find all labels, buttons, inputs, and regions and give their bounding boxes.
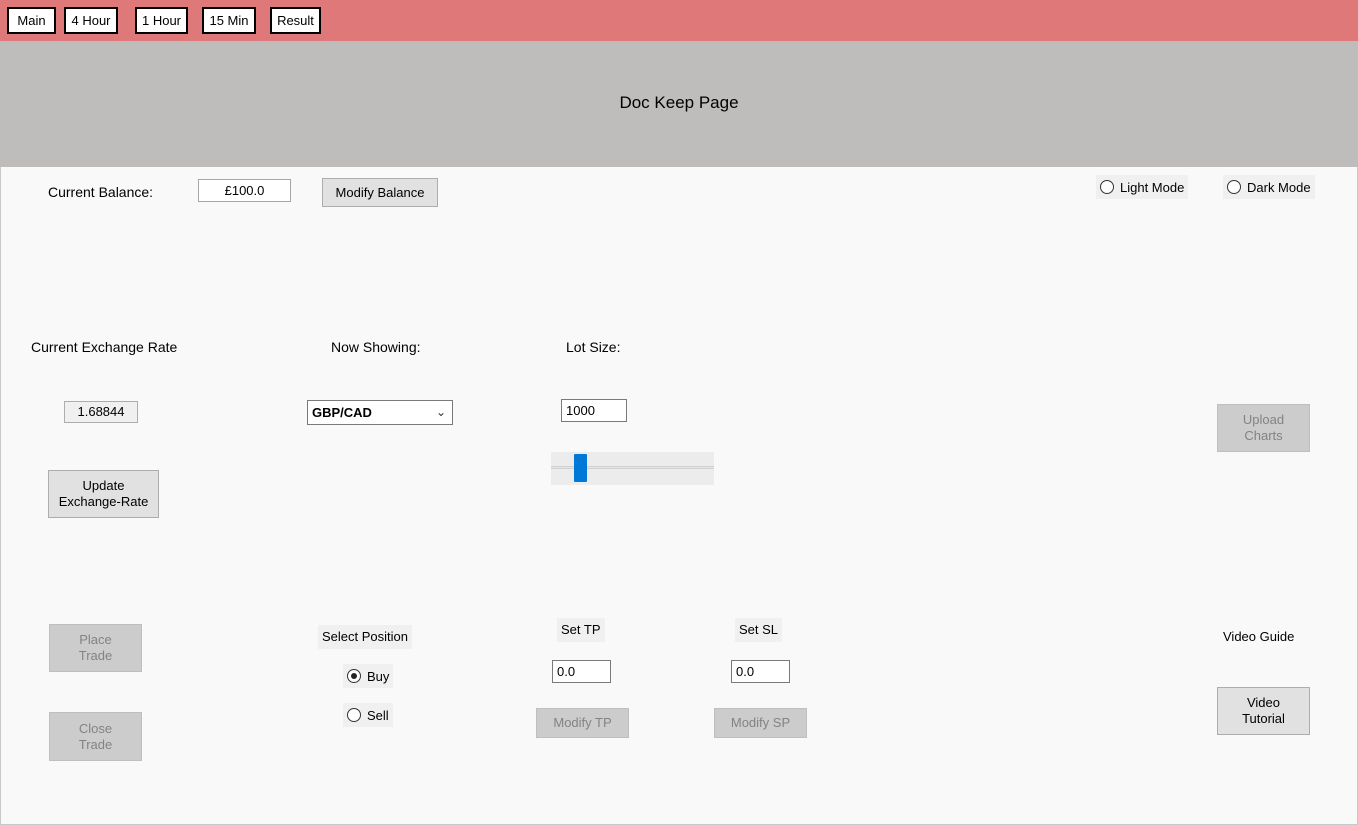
upload-charts-line1: Upload: [1242, 412, 1285, 427]
tab-1-hour[interactable]: 1 Hour: [135, 7, 188, 34]
light-mode-radio-icon: [1100, 180, 1114, 194]
page-title: Doc Keep Page: [619, 93, 739, 112]
close-trade-line2: Trade: [78, 736, 113, 752]
close-trade-button[interactable]: Close Trade: [49, 712, 142, 761]
main-panel: Current Balance: £100.0 Modify Balance L…: [0, 167, 1358, 825]
now-showing-label: Now Showing:: [331, 339, 421, 355]
chevron-down-icon: ⌄: [435, 405, 446, 419]
balance-field[interactable]: £100.0: [198, 179, 291, 202]
update-exchange-rate-line2: Exchange-Rate: [58, 494, 149, 509]
place-trade-line1: Place: [79, 632, 112, 647]
currency-pair-select[interactable]: GBP/CAD ⌄: [307, 400, 453, 425]
tab-15-min[interactable]: 15 Min: [202, 7, 256, 34]
lot-size-slider[interactable]: [551, 452, 714, 485]
dark-mode-radio-icon: [1227, 180, 1241, 194]
sell-radio[interactable]: Sell: [343, 703, 393, 727]
buy-radio[interactable]: Buy: [343, 664, 394, 688]
dark-mode-label: Dark Mode: [1247, 179, 1311, 195]
sl-field[interactable]: 0.0: [731, 660, 790, 683]
close-trade-line1: Close: [78, 720, 113, 736]
page-header: Doc Keep Page: [0, 41, 1358, 167]
video-guide-label: Video Guide: [1223, 629, 1295, 644]
sell-radio-icon: [347, 708, 361, 722]
place-trade-button[interactable]: Place Trade: [49, 624, 142, 672]
video-tutorial-button[interactable]: Video Tutorial: [1217, 687, 1310, 735]
update-exchange-rate-line1: Update: [82, 478, 125, 493]
tab-result[interactable]: Result: [270, 7, 321, 34]
lot-size-field[interactable]: 1000: [561, 399, 627, 422]
modify-sl-button[interactable]: Modify SP: [714, 708, 807, 738]
modify-balance-button[interactable]: Modify Balance: [322, 178, 438, 207]
current-balance-label: Current Balance:: [48, 184, 154, 200]
lot-size-slider-thumb[interactable]: [574, 454, 588, 482]
video-tutorial-line2: Tutorial: [1242, 711, 1285, 726]
tp-field[interactable]: 0.0: [552, 660, 611, 683]
light-mode-label: Light Mode: [1120, 179, 1185, 195]
upload-charts-line2: Charts: [1244, 428, 1283, 443]
modify-tp-button[interactable]: Modify TP: [536, 708, 629, 738]
upload-charts-button[interactable]: Upload Charts: [1217, 404, 1310, 452]
select-position-label: Select Position: [318, 625, 412, 649]
update-exchange-rate-button[interactable]: Update Exchange-Rate: [48, 470, 159, 518]
set-sl-label: Set SL: [735, 618, 783, 642]
sell-label: Sell: [367, 707, 389, 723]
place-trade-line2: Trade: [78, 648, 113, 663]
lot-size-label: Lot Size:: [566, 339, 621, 355]
video-tutorial-line1: Video: [1246, 695, 1280, 710]
light-mode-radio[interactable]: Light Mode: [1096, 175, 1189, 199]
dark-mode-radio[interactable]: Dark Mode: [1223, 175, 1315, 199]
tab-main[interactable]: Main: [7, 7, 56, 34]
tab-4-hour[interactable]: 4 Hour: [64, 7, 118, 34]
exchange-rate-value: 1.68844: [64, 401, 138, 423]
exchange-rate-label: Current Exchange Rate: [31, 339, 178, 355]
currency-pair-value: GBP/CAD: [312, 405, 372, 420]
set-tp-label: Set TP: [557, 618, 605, 642]
buy-label: Buy: [367, 668, 390, 684]
buy-radio-icon: [347, 669, 361, 683]
top-nav-bar: Main 4 Hour 1 Hour 15 Min Result: [0, 0, 1358, 41]
